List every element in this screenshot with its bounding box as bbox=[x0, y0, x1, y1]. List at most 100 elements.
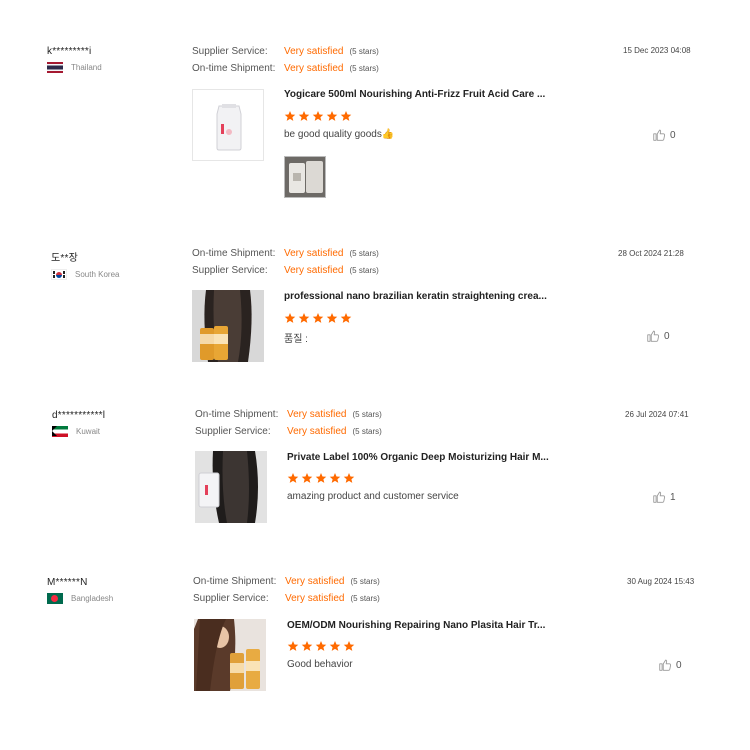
reviewer-name: d***********l bbox=[52, 410, 106, 421]
rating-stars-text: (5 stars) bbox=[349, 266, 379, 275]
reviewer-country: Bangladesh bbox=[47, 593, 177, 604]
country-name: Bangladesh bbox=[71, 594, 114, 603]
reviewer-info: 도**장 South Korea bbox=[51, 249, 181, 280]
reviewer-name: k*********i bbox=[47, 46, 92, 57]
star-icon bbox=[301, 473, 313, 483]
helpful-button[interactable]: 1 bbox=[652, 490, 676, 504]
star-icon bbox=[326, 313, 338, 323]
helpful-count: 0 bbox=[664, 330, 670, 342]
supplier-ratings: On-time Shipment: Very satisfied (5 star… bbox=[193, 573, 380, 607]
product-thumbnail[interactable] bbox=[192, 290, 264, 362]
rating-stars-text: (5 stars) bbox=[350, 577, 380, 586]
star-icon bbox=[315, 473, 327, 483]
reviewer-info: d***********l Kuwait bbox=[52, 410, 182, 437]
flag-kuwait-icon bbox=[52, 426, 68, 437]
review-attachment-image[interactable] bbox=[284, 156, 326, 198]
star-icon bbox=[312, 313, 324, 323]
rating-label: On-time Shipment: bbox=[192, 248, 276, 259]
helpful-count: 0 bbox=[676, 659, 682, 671]
product-title-link[interactable]: Private Label 100% Organic Deep Moisturi… bbox=[287, 452, 549, 463]
rating-row: Supplier Service: Very satisfied (5 star… bbox=[192, 43, 379, 60]
rating-label: Supplier Service: bbox=[195, 426, 271, 437]
helpful-button[interactable]: 0 bbox=[646, 329, 670, 343]
product-image bbox=[192, 290, 264, 362]
rating-row: Supplier Service: Very satisfied (5 star… bbox=[193, 590, 380, 607]
reviewer-country: Thailand bbox=[47, 62, 177, 73]
reviewer-info: k*********i Thailand bbox=[47, 46, 177, 73]
rating-stars-text: (5 stars) bbox=[350, 594, 380, 603]
country-name: Kuwait bbox=[76, 427, 101, 436]
product-star-rating bbox=[287, 472, 355, 484]
thumbs-up-icon bbox=[653, 491, 666, 503]
rating-label: Supplier Service: bbox=[193, 593, 269, 604]
rating-stars-text: (5 stars) bbox=[349, 47, 379, 56]
star-icon bbox=[343, 473, 355, 483]
review-date: 28 Oct 2024 21:28 bbox=[618, 249, 684, 258]
rating-row: On-time Shipment: Very satisfied (5 star… bbox=[195, 406, 382, 423]
product-thumbnail[interactable] bbox=[195, 451, 267, 523]
product-star-rating bbox=[284, 110, 352, 122]
rating-row: On-time Shipment: Very satisfied (5 star… bbox=[192, 245, 379, 262]
rating-stars-text: (5 stars) bbox=[349, 249, 379, 258]
star-icon bbox=[343, 641, 355, 651]
rating-label: Supplier Service: bbox=[192, 265, 268, 276]
thumbs-up-icon bbox=[659, 659, 672, 671]
review-date: 26 Jul 2024 07:41 bbox=[625, 410, 689, 419]
review-text: amazing product and customer service bbox=[287, 491, 459, 502]
product-title-link[interactable]: professional nano brazilian keratin stra… bbox=[284, 291, 547, 302]
reviewer-country: South Korea bbox=[51, 269, 181, 280]
supplier-ratings: On-time Shipment: Very satisfied (5 star… bbox=[195, 406, 382, 440]
review-text: 품질 : bbox=[284, 334, 308, 345]
product-title-link[interactable]: Yogicare 500ml Nourishing Anti-Frizz Fru… bbox=[284, 89, 545, 100]
star-icon bbox=[284, 111, 296, 121]
attachment-photo bbox=[285, 157, 325, 197]
reviewer-name: 도**장 bbox=[51, 253, 78, 264]
product-star-rating bbox=[284, 312, 352, 324]
reviewer-country: Kuwait bbox=[52, 426, 182, 437]
helpful-count: 1 bbox=[670, 491, 676, 503]
star-icon bbox=[298, 313, 310, 323]
reviewer-name: M******N bbox=[47, 577, 88, 588]
rating-stars-text: (5 stars) bbox=[352, 427, 382, 436]
helpful-button[interactable]: 0 bbox=[652, 128, 676, 142]
rating-value: Very satisfied bbox=[285, 593, 345, 604]
flag-south-korea-icon bbox=[51, 269, 67, 280]
supplier-ratings: Supplier Service: Very satisfied (5 star… bbox=[192, 43, 379, 77]
review-date: 30 Aug 2024 15:43 bbox=[627, 577, 695, 586]
rating-stars-text: (5 stars) bbox=[352, 410, 382, 419]
product-title-link[interactable]: OEM/ODM Nourishing Repairing Nano Plasit… bbox=[287, 620, 545, 631]
rating-label: On-time Shipment: bbox=[195, 409, 279, 420]
product-image bbox=[194, 619, 266, 691]
rating-value: Very satisfied bbox=[287, 409, 347, 420]
rating-row: Supplier Service: Very satisfied (5 star… bbox=[192, 262, 379, 279]
star-icon bbox=[326, 111, 338, 121]
rating-label: Supplier Service: bbox=[192, 46, 268, 57]
country-name: South Korea bbox=[75, 270, 120, 279]
review-text: Good behavior bbox=[287, 659, 353, 670]
helpful-count: 0 bbox=[670, 129, 676, 141]
star-icon bbox=[340, 111, 352, 121]
rating-value: Very satisfied bbox=[287, 426, 347, 437]
reviewer-info: M******N Bangladesh bbox=[47, 577, 177, 604]
country-name: Thailand bbox=[71, 63, 102, 72]
star-icon bbox=[301, 641, 313, 651]
supplier-ratings: On-time Shipment: Very satisfied (5 star… bbox=[192, 245, 379, 279]
star-icon bbox=[329, 473, 341, 483]
thumbs-up-icon bbox=[647, 330, 660, 342]
product-thumbnail[interactable] bbox=[192, 89, 264, 161]
review-date: 15 Dec 2023 04:08 bbox=[623, 46, 691, 55]
star-icon bbox=[287, 641, 299, 651]
review-text: be good quality goods👍 bbox=[284, 129, 395, 140]
rating-stars-text: (5 stars) bbox=[349, 64, 379, 73]
rating-value: Very satisfied bbox=[284, 46, 344, 57]
helpful-button[interactable]: 0 bbox=[658, 658, 682, 672]
star-icon bbox=[298, 111, 310, 121]
product-image bbox=[193, 90, 263, 160]
rating-row: On-time Shipment: Very satisfied (5 star… bbox=[193, 573, 380, 590]
star-icon bbox=[312, 111, 324, 121]
rating-value: Very satisfied bbox=[285, 576, 345, 587]
star-icon bbox=[329, 641, 341, 651]
star-icon bbox=[340, 313, 352, 323]
rating-value: Very satisfied bbox=[284, 248, 344, 259]
product-thumbnail[interactable] bbox=[194, 619, 266, 691]
